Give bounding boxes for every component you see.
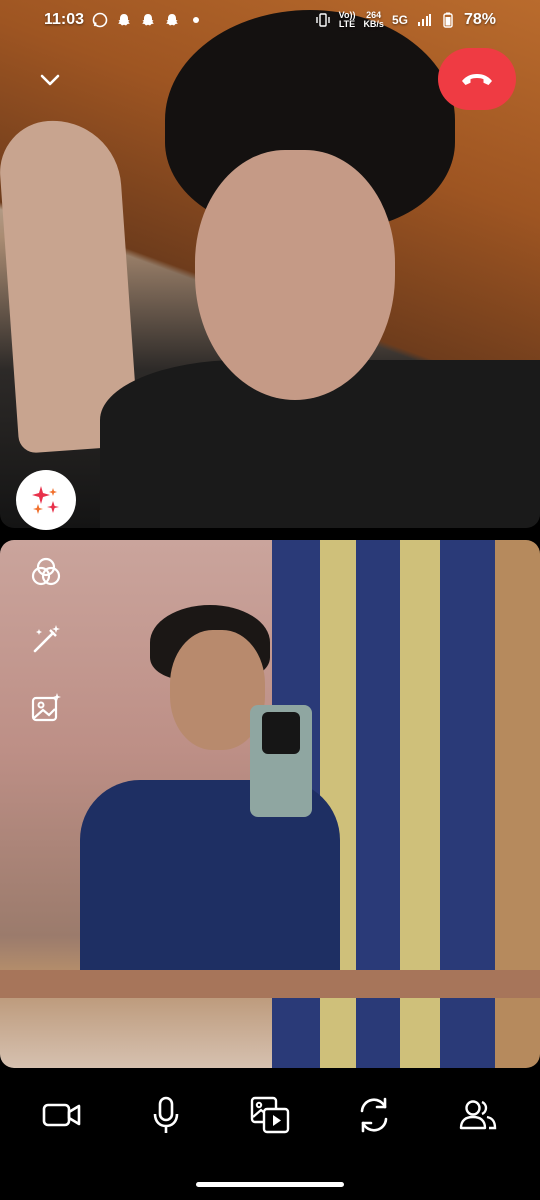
signal-icon [417, 14, 431, 26]
status-left: 11:03 [44, 11, 204, 29]
effects-button[interactable] [16, 470, 76, 530]
sparkles-icon [32, 486, 59, 514]
ai-image-button[interactable] [24, 686, 68, 730]
ai-image-icon [31, 693, 61, 722]
local-video-phone-camera [262, 712, 300, 754]
vibrate-icon [315, 13, 330, 27]
call-controls-bar [0, 1068, 540, 1200]
controls-row [0, 1090, 540, 1140]
minimize-button[interactable] [30, 60, 70, 100]
status-bar: 11:03 Vo)) LTE 264 KB/s 5G 78% [0, 0, 540, 40]
network-type: 5G [391, 13, 408, 27]
media-share-icon [250, 1096, 290, 1134]
volte-bottom: LTE [338, 19, 356, 29]
volte-indicator: Vo)) LTE [339, 11, 356, 29]
side-tools [24, 550, 68, 730]
status-right: Vo)) LTE 264 KB/s 5G 78% [315, 11, 496, 29]
participants-icon [459, 1100, 497, 1130]
phone-hangup-icon [462, 74, 492, 85]
snapchat-icon [166, 14, 178, 26]
network-rate-unit: KB/s [363, 19, 384, 29]
snapchat-icon [142, 14, 154, 26]
toggle-video-button[interactable] [34, 1090, 90, 1140]
home-indicator[interactable] [196, 1182, 344, 1187]
local-video-tile[interactable] [0, 540, 540, 1068]
participants-button[interactable] [450, 1090, 506, 1140]
magic-wand-button[interactable] [24, 618, 68, 662]
mirror-frame [0, 970, 540, 998]
clock: 11:03 [44, 11, 85, 28]
remote-video-face [195, 150, 395, 400]
dot-icon [193, 17, 200, 23]
snapchat-icon [118, 14, 130, 26]
microphone-icon [153, 1096, 179, 1133]
end-call-button[interactable] [438, 48, 516, 110]
network-rate: 264 KB/s [363, 11, 384, 29]
toggle-mic-button[interactable] [138, 1090, 194, 1140]
whatsapp-icon [92, 12, 108, 28]
magic-wand-icon [33, 625, 60, 653]
filters-button[interactable] [24, 550, 68, 594]
filters-icon [31, 557, 61, 586]
chevron-down-icon [40, 74, 60, 86]
flip-camera-icon [360, 1097, 388, 1133]
share-media-button[interactable] [242, 1090, 298, 1140]
video-camera-icon [42, 1103, 81, 1127]
flip-camera-button[interactable] [346, 1090, 402, 1140]
battery-percent: 78% [463, 11, 496, 28]
battery-icon [443, 12, 453, 28]
